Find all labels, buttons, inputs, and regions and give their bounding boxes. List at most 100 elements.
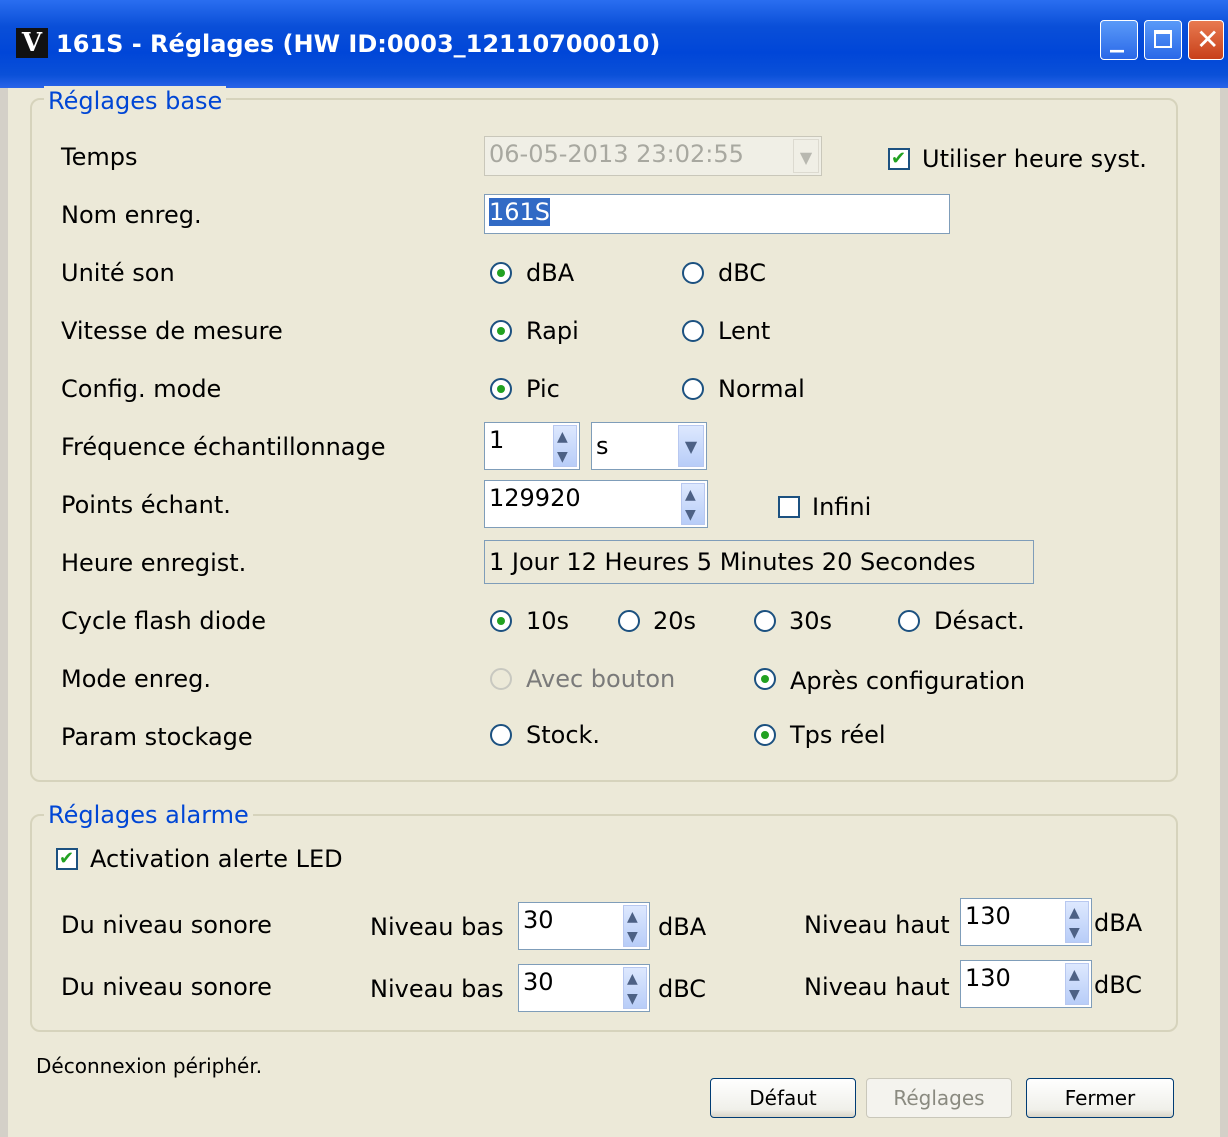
low-level-unit-label: dBC xyxy=(658,975,707,1003)
title-bar[interactable]: V 161S - Réglages (HW ID:0003_1211070001… xyxy=(0,0,1228,88)
normal-radio[interactable] xyxy=(682,378,704,400)
high-level-unit-label: dBA xyxy=(1094,909,1143,937)
sample-unit-select[interactable]: s ▼ xyxy=(591,422,707,470)
spinner-arrows-icon[interactable]: ▲ ▼ xyxy=(623,905,647,947)
chevron-down-icon: ▼ xyxy=(678,425,704,467)
led-alert-label: Activation alerte LED xyxy=(90,845,343,873)
settings-window: V 161S - Réglages (HW ID:0003_1211070001… xyxy=(0,0,1228,1137)
maximize-button[interactable] xyxy=(1144,20,1182,60)
dialog-body: Réglages base Temps 06-05-2013 23:02:55 … xyxy=(8,86,1220,1137)
normal-label: Normal xyxy=(718,375,805,403)
sample-points-stepper[interactable]: 129920 ▲ ▼ xyxy=(484,480,708,528)
window-title: 161S - Réglages (HW ID:0003_12110700010) xyxy=(56,30,661,58)
spinner-arrows-icon[interactable]: ▲ ▼ xyxy=(681,483,705,525)
sample-points-label: Points échant. xyxy=(61,491,231,519)
infinite-checkbox[interactable] xyxy=(778,496,800,518)
app-logo-icon: V xyxy=(16,28,48,58)
sound-level-label: Du niveau sonore xyxy=(61,973,272,1001)
use-system-time-label: Utiliser heure syst. xyxy=(922,145,1147,173)
high-level-dba-stepper[interactable]: 130 ▲ ▼ xyxy=(960,898,1092,946)
record-mode-label: Mode enreg. xyxy=(61,665,211,693)
spinner-arrows-icon[interactable]: ▲ ▼ xyxy=(1065,963,1089,1005)
status-text: Déconnexion périphér. xyxy=(36,1054,263,1078)
cycle-20s-label: 20s xyxy=(653,607,697,635)
slow-label: Lent xyxy=(718,317,771,345)
sample-rate-label: Fréquence échantillonnage xyxy=(61,433,386,461)
high-level-unit-label: dBC xyxy=(1094,971,1143,999)
minimize-button[interactable]: _ xyxy=(1100,20,1138,60)
cycle-20s-radio[interactable] xyxy=(618,610,640,632)
config-mode-label: Config. mode xyxy=(61,375,222,403)
record-duration-label: Heure enregist. xyxy=(61,549,247,577)
dba-label: dBA xyxy=(526,259,575,287)
high-level-dba-value: 130 xyxy=(965,902,1011,930)
high-level-dbc-value: 130 xyxy=(965,964,1011,992)
storage-radio[interactable] xyxy=(490,724,512,746)
base-settings-legend: Réglages base xyxy=(44,86,227,116)
fast-label: Rapi xyxy=(526,317,579,345)
with-button-radio[interactable] xyxy=(490,668,512,690)
sound-level-label: Du niveau sonore xyxy=(61,911,272,939)
record-duration-value: 1 Jour 12 Heures 5 Minutes 20 Secondes xyxy=(489,548,976,576)
spinner-arrows-icon[interactable]: ▲ ▼ xyxy=(623,967,647,1009)
after-config-label: Après configuration xyxy=(790,667,1026,695)
sound-unit-label: Unité son xyxy=(61,259,175,287)
realtime-radio[interactable] xyxy=(754,724,776,746)
storage-param-label: Param stockage xyxy=(61,723,253,751)
dbc-radio[interactable] xyxy=(682,262,704,284)
record-name-label: Nom enreg. xyxy=(61,201,202,229)
time-label: Temps xyxy=(61,143,138,171)
cycle-10s-radio[interactable] xyxy=(490,610,512,632)
sample-rate-value: 1 xyxy=(489,426,505,454)
apply-settings-button[interactable]: Réglages xyxy=(866,1078,1012,1118)
cycle-off-radio[interactable] xyxy=(898,610,920,632)
infinite-label: Infini xyxy=(812,493,872,521)
sample-rate-stepper[interactable]: 1 ▲ ▼ xyxy=(484,422,580,470)
with-button-label: Avec bouton xyxy=(526,665,676,693)
spinner-arrows-icon[interactable]: ▲ ▼ xyxy=(1065,901,1089,943)
low-level-label: Niveau bas xyxy=(370,975,504,1003)
high-level-dbc-stepper[interactable]: 130 ▲ ▼ xyxy=(960,960,1092,1008)
low-level-unit-label: dBA xyxy=(658,913,707,941)
fast-radio[interactable] xyxy=(490,320,512,342)
spinner-arrows-icon[interactable]: ▲ ▼ xyxy=(553,425,577,467)
cycle-30s-radio[interactable] xyxy=(754,610,776,632)
chevron-down-icon: ▼ xyxy=(793,139,819,173)
close-dialog-button[interactable]: Fermer xyxy=(1026,1078,1174,1118)
alarm-settings-legend: Réglages alarme xyxy=(44,800,253,830)
maximize-icon xyxy=(1154,30,1172,48)
low-level-dba-stepper[interactable]: 30 ▲ ▼ xyxy=(518,902,650,950)
time-select[interactable]: 06-05-2013 23:02:55 ▼ xyxy=(484,136,822,176)
realtime-label: Tps réel xyxy=(790,721,886,749)
peak-radio[interactable] xyxy=(490,378,512,400)
cycle-10s-label: 10s xyxy=(526,607,570,635)
dbc-label: dBC xyxy=(718,259,767,287)
sample-points-value: 129920 xyxy=(489,484,581,512)
record-name-input[interactable]: 161S xyxy=(484,194,950,234)
minimize-icon: _ xyxy=(1110,20,1124,53)
high-level-label: Niveau haut xyxy=(804,973,950,1001)
slow-radio[interactable] xyxy=(682,320,704,342)
high-level-label: Niveau haut xyxy=(804,911,950,939)
led-alert-checkbox[interactable] xyxy=(56,846,78,872)
record-duration-field: 1 Jour 12 Heures 5 Minutes 20 Secondes xyxy=(484,540,1034,584)
default-button[interactable]: Défaut xyxy=(710,1078,856,1118)
time-value: 06-05-2013 23:02:55 xyxy=(489,140,744,168)
sample-unit-value: s xyxy=(596,432,609,460)
low-level-dbc-value: 30 xyxy=(523,968,554,996)
cycle-off-label: Désact. xyxy=(934,607,1025,635)
led-flash-cycle-label: Cycle flash diode xyxy=(61,607,266,635)
dba-radio[interactable] xyxy=(490,262,512,284)
close-button[interactable]: ✕ xyxy=(1188,20,1224,60)
peak-label: Pic xyxy=(526,375,560,403)
low-level-dba-value: 30 xyxy=(523,906,554,934)
close-icon: ✕ xyxy=(1196,23,1220,56)
speed-label: Vitesse de mesure xyxy=(61,317,283,345)
use-system-time-checkbox[interactable] xyxy=(888,146,910,172)
low-level-label: Niveau bas xyxy=(370,913,504,941)
storage-label: Stock. xyxy=(526,721,601,749)
after-config-radio[interactable] xyxy=(754,668,776,690)
low-level-dbc-stepper[interactable]: 30 ▲ ▼ xyxy=(518,964,650,1012)
record-name-value: 161S xyxy=(489,198,551,226)
cycle-30s-label: 30s xyxy=(789,607,833,635)
